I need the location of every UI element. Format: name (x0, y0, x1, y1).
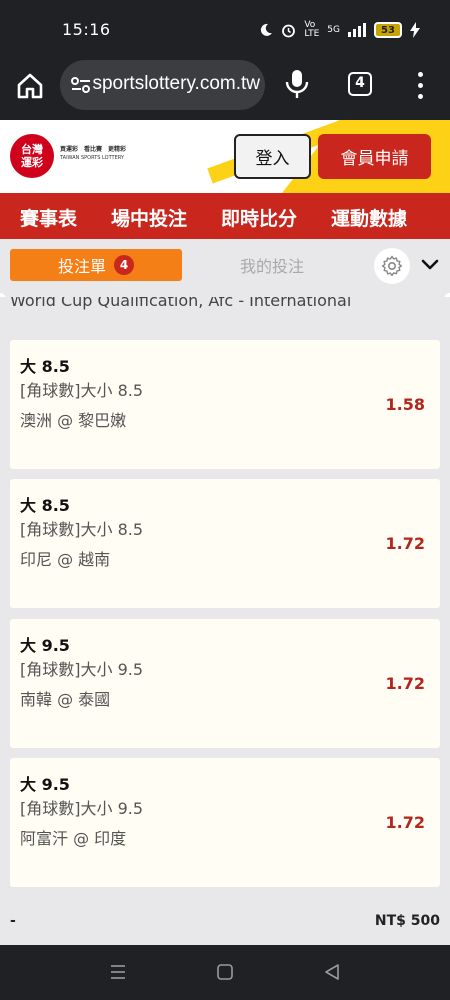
status-bar: 15:16 Vo LTE 5G 53 (0, 0, 450, 60)
bet-match: 澳洲 @ 黎巴嫩 (20, 411, 127, 430)
bet-card[interactable]: 大 9.5 [角球數]大小 9.5 阿富汗 @ 印度 1.72 (10, 758, 440, 887)
bet-selection: 大 8.5 (20, 496, 70, 515)
betslip-count-badge: 4 (114, 255, 134, 275)
chevron-down-icon[interactable] (420, 257, 440, 273)
bet-card[interactable]: 大 9.5 [角球數]大小 9.5 南韓 @ 泰國 1.72 (10, 619, 440, 748)
bet-odds: 1.58 (385, 395, 425, 414)
back-icon[interactable] (322, 963, 342, 981)
signal-icon (348, 23, 366, 37)
bet-match: 阿富汗 @ 印度 (20, 829, 127, 848)
logo-slogan-en: TAIWAN SPORTS LOTTERY (60, 155, 124, 161)
moon-icon (261, 23, 273, 36)
status-icons: Vo LTE 5G 53 (259, 20, 420, 40)
bet-odds: 1.72 (385, 674, 425, 693)
alarm-icon (282, 24, 296, 37)
register-button[interactable]: 會員申請 (318, 134, 431, 179)
bet-card[interactable]: 大 8.5 [角球數]大小 8.5 澳洲 @ 黎巴嫩 1.58 (10, 340, 440, 469)
tab-betslip-label: 投注單 (57, 257, 106, 276)
login-button[interactable]: 登入 (234, 134, 311, 179)
bet-market: [角球數]大小 9.5 (20, 660, 144, 679)
bet-match: 印尼 @ 越南 (20, 550, 111, 569)
bet-odds: 1.72 (385, 813, 425, 832)
nav-item-schedule[interactable]: 賽事表 (20, 204, 77, 231)
bet-market: [角球數]大小 8.5 (20, 520, 144, 539)
total-stake: NT$ 500 (374, 913, 440, 929)
betslip-content: World Cup Qualification, Afc - Internati… (0, 297, 450, 945)
tab-switcher-button[interactable]: 4 (348, 72, 372, 96)
mic-icon[interactable] (284, 68, 310, 100)
bet-selection: 大 9.5 (20, 636, 70, 655)
site-logo[interactable]: 台灣 運彩 買運彩 看比賽 更精彩 TAIWAN SPORTS LOTTERY (10, 134, 138, 180)
bet-selection: 大 8.5 (20, 357, 70, 376)
tab-my-bets[interactable]: 我的投注 (182, 249, 362, 281)
site-header: 台灣 運彩 買運彩 看比賽 更精彩 TAIWAN SPORTS LOTTERY … (0, 120, 450, 193)
betslip-tabs: 投注單 4 我的投注 (0, 239, 450, 305)
betslip-summary: - NT$ 500 (0, 900, 450, 945)
logo-emblem: 台灣 運彩 (10, 134, 54, 178)
logo-slogan: 買運彩 看比賽 更精彩 TAIWAN SPORTS LOTTERY (60, 145, 126, 163)
status-time: 15:16 (62, 20, 111, 39)
settings-button[interactable] (374, 248, 410, 284)
logo-slogan-zh: 買運彩 看比賽 更精彩 (60, 146, 127, 153)
main-nav: 賽事表 場中投注 即時比分 運動數據 (0, 193, 450, 239)
tab-betslip[interactable]: 投注單 4 (10, 249, 182, 281)
summary-label: - (10, 913, 16, 929)
nav-item-live-betting[interactable]: 場中投注 (111, 204, 187, 231)
battery-icon: 53 (374, 22, 402, 38)
url-bar[interactable]: sportslottery.com.tw (60, 60, 265, 110)
league-title: World Cup Qualification, Afc - Internati… (10, 297, 352, 310)
nav-item-live-scores[interactable]: 即時比分 (221, 204, 297, 231)
gear-icon (381, 255, 403, 277)
home-nav-icon[interactable] (215, 963, 235, 981)
nav-item-sports-data[interactable]: 運動數據 (331, 204, 407, 231)
volte-icon: Vo LTE (304, 20, 320, 39)
bet-market: [角球數]大小 8.5 (20, 381, 144, 400)
bet-odds: 1.72 (385, 534, 425, 553)
home-icon[interactable] (14, 70, 46, 102)
system-nav-bar (0, 945, 450, 1000)
browser-toolbar: sportslottery.com.tw 4 (0, 60, 450, 120)
bet-market: [角球數]大小 9.5 (20, 799, 144, 818)
recent-apps-icon[interactable] (108, 963, 128, 981)
charging-icon (410, 22, 420, 38)
more-vert-icon[interactable] (416, 70, 424, 100)
bet-match: 南韓 @ 泰國 (20, 690, 111, 709)
url-text[interactable]: sportslottery.com.tw (88, 73, 260, 97)
bet-selection: 大 9.5 (20, 775, 70, 794)
network-label: 5G (327, 25, 340, 35)
bet-card[interactable]: 大 8.5 [角球數]大小 8.5 印尼 @ 越南 1.72 (10, 479, 440, 608)
